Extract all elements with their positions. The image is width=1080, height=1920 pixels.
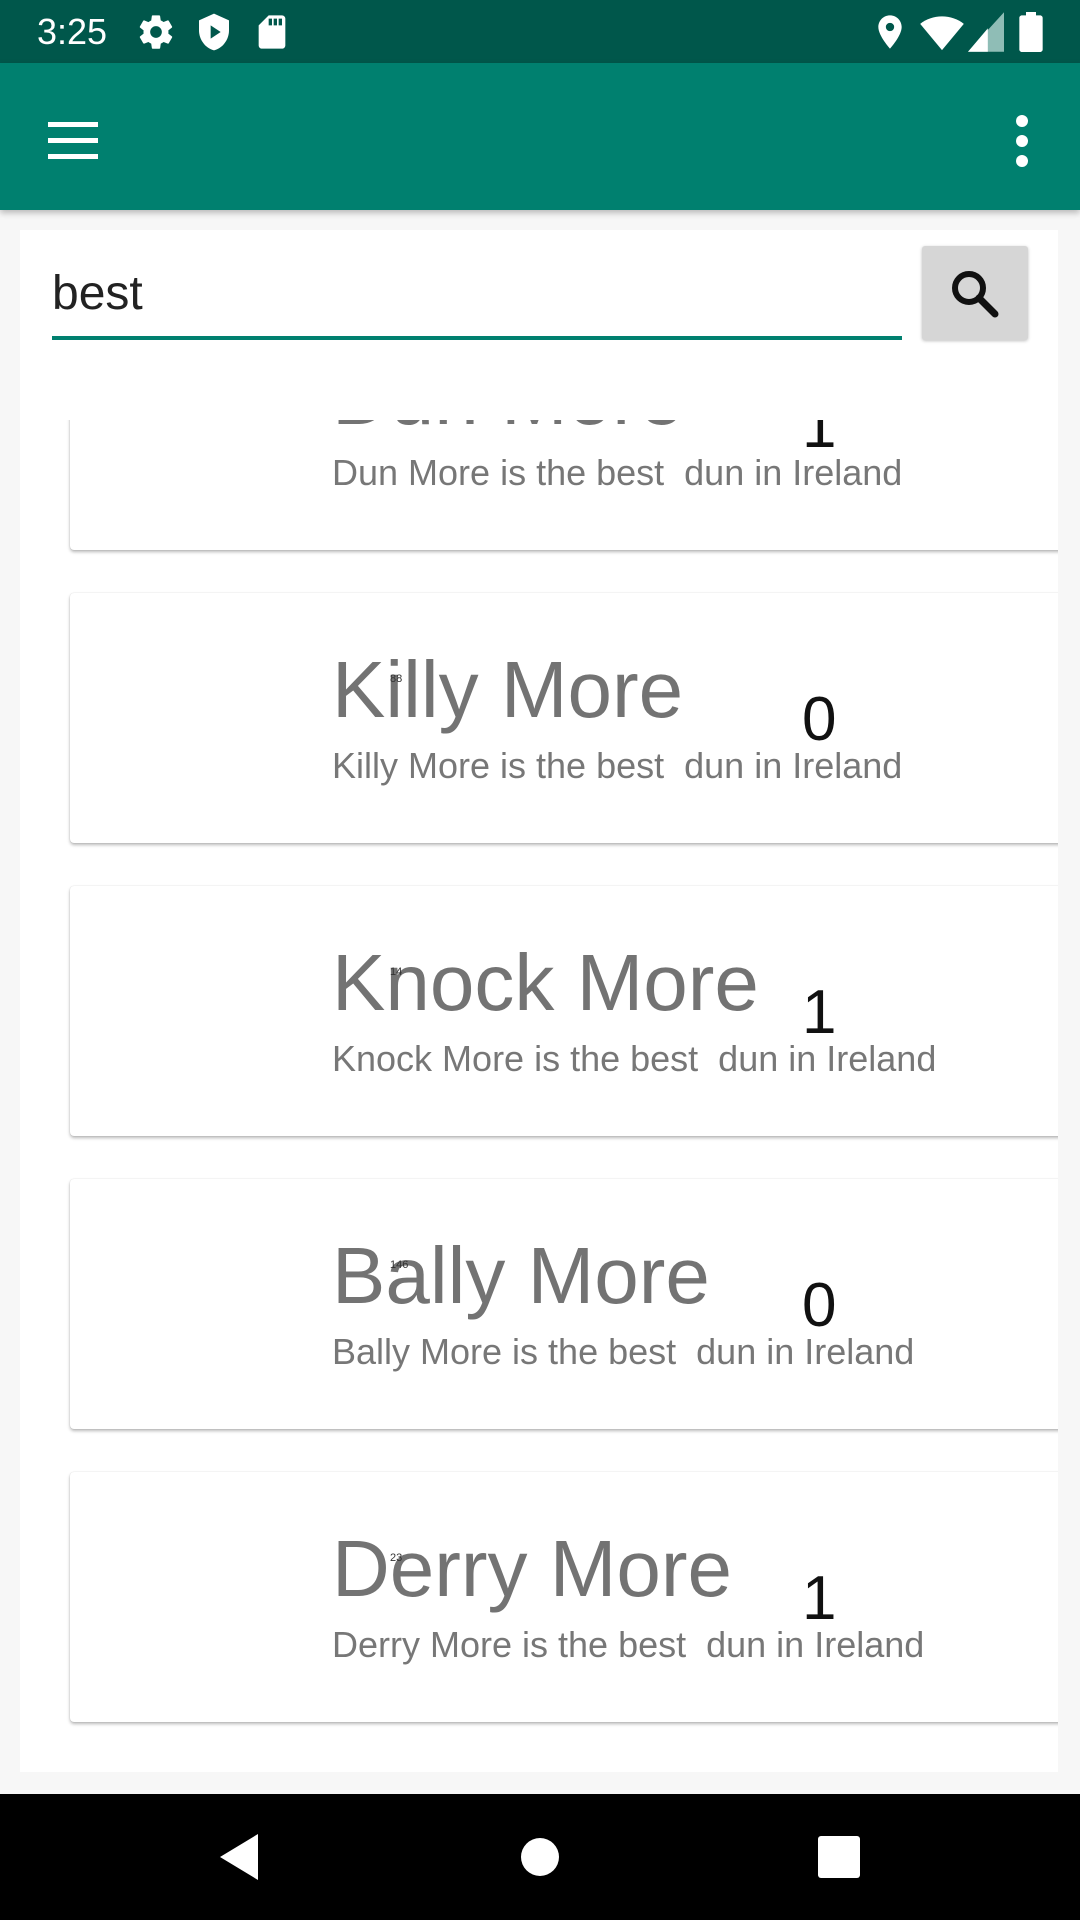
results-list: Dun More 1 Dun More is the best dun in I… xyxy=(20,420,1058,1772)
shield-icon xyxy=(194,12,234,52)
card-title: Dun More xyxy=(332,420,683,442)
list-item[interactable]: Derry More 23 1 Derry More is the best d… xyxy=(70,1472,1058,1722)
card-tiny-label: 146 xyxy=(390,1259,409,1271)
card-tiny-label: 88 xyxy=(390,673,403,685)
settings-icon xyxy=(136,12,176,52)
card-title: Derry More xyxy=(332,1524,733,1613)
navigation-bar xyxy=(0,1794,1080,1920)
home-circle-icon[interactable] xyxy=(503,1820,577,1894)
card-title: Bally More xyxy=(332,1231,710,1320)
location-icon xyxy=(870,12,910,52)
card-description: Bally More is the best dun in Ireland xyxy=(332,1331,915,1372)
status-bar: 3:25 xyxy=(0,0,1080,63)
status-time: 3:25 xyxy=(37,11,108,52)
search-button[interactable] xyxy=(922,246,1028,340)
list-item[interactable]: Dun More 1 Dun More is the best dun in I… xyxy=(70,420,1058,550)
card-description: Derry More is the best dun in Ireland xyxy=(332,1624,925,1665)
search-icon xyxy=(952,271,999,318)
card-description: Dun More is the best dun in Ireland xyxy=(332,452,903,493)
battery-icon xyxy=(1016,12,1046,52)
search-input[interactable] xyxy=(52,254,902,340)
back-triangle-icon[interactable] xyxy=(202,1820,276,1894)
content-panel: Dun More 1 Dun More is the best dun in I… xyxy=(20,230,1058,1772)
card-description: Knock More is the best dun in Ireland xyxy=(332,1038,937,1079)
card-tiny-label: 23 xyxy=(390,1552,403,1564)
card-description: Killy More is the best dun in Ireland xyxy=(332,745,903,786)
sd-card-icon xyxy=(252,12,292,52)
list-item[interactable]: Bally More 146 0 Bally More is the best … xyxy=(70,1179,1058,1429)
cell-signal-icon xyxy=(968,12,1004,52)
app-bar xyxy=(0,63,1080,210)
wifi-icon xyxy=(920,12,964,52)
hamburger-menu-icon[interactable] xyxy=(34,103,110,179)
recents-square-icon[interactable] xyxy=(802,1820,876,1894)
card-title: Killy More xyxy=(332,645,684,734)
card-tiny-label: 14 xyxy=(390,966,403,978)
list-item[interactable]: Killy More 88 0 Killy More is the best d… xyxy=(70,593,1058,843)
more-vert-icon[interactable] xyxy=(1002,103,1042,179)
card-title: Knock More xyxy=(332,938,759,1027)
list-item[interactable]: Knock More 14 1 Knock More is the best d… xyxy=(70,886,1058,1136)
